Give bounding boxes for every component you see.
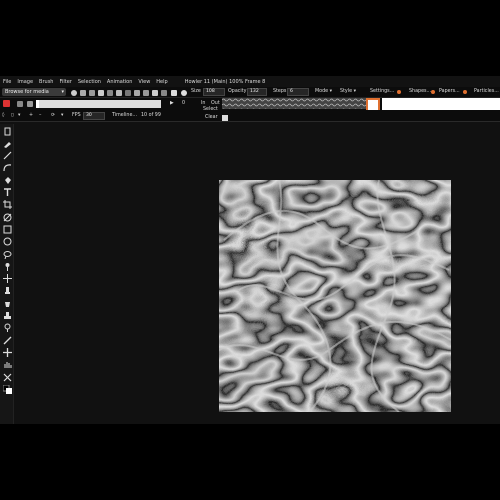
settings-gear-icon[interactable]: [181, 89, 187, 96]
menu-filter[interactable]: Filter: [56, 79, 74, 85]
pencil-icon[interactable]: [98, 89, 104, 96]
add-frame-icon[interactable]: +: [29, 112, 33, 120]
paper-texture-strip[interactable]: [222, 98, 366, 109]
chalk-icon[interactable]: [134, 89, 140, 96]
oil-icon[interactable]: [143, 89, 149, 96]
smudge-icon[interactable]: [2, 286, 12, 296]
shapes-button[interactable]: Shapes...: [409, 88, 431, 96]
brush-dot-icon[interactable]: [71, 89, 77, 96]
crop-icon[interactable]: [2, 200, 12, 210]
rectangle-icon[interactable]: [2, 224, 12, 234]
line-icon[interactable]: [2, 151, 12, 161]
texture-preview-icon: [222, 98, 366, 109]
pattern-icon[interactable]: [125, 89, 131, 96]
marker-icon[interactable]: [107, 89, 113, 96]
airbrush-icon[interactable]: [89, 89, 95, 96]
onion-skin-icon[interactable]: ◊: [2, 112, 4, 120]
fps-label: FPS: [72, 113, 81, 118]
watercolor-icon[interactable]: [152, 89, 158, 96]
frame-status: 10 of 99: [141, 113, 161, 118]
text-icon[interactable]: [2, 188, 12, 198]
opacity-label: Opacity: [228, 89, 247, 94]
bucket-icon[interactable]: [2, 298, 12, 308]
menu-animation[interactable]: Animation: [104, 79, 136, 85]
timeline-button[interactable]: Timeline...: [112, 112, 137, 120]
move-icon[interactable]: [2, 274, 12, 284]
chevron-down-icon: ▾: [353, 89, 357, 94]
menu-view[interactable]: View: [135, 79, 153, 85]
menu-help[interactable]: Help: [153, 79, 170, 85]
steps-label: Steps: [273, 89, 287, 94]
settings-button[interactable]: Settings...: [370, 88, 394, 96]
opacity-input[interactable]: 132: [247, 88, 267, 96]
frame-count: 0: [182, 101, 186, 106]
select-tool-icon[interactable]: [2, 126, 12, 136]
frame-progress-bar[interactable]: [36, 100, 161, 108]
stamp-icon[interactable]: [2, 311, 12, 321]
papers-dot-icon: [463, 90, 467, 94]
chevron-down-icon: ▾: [329, 89, 333, 94]
papers-button[interactable]: Papers...: [439, 88, 460, 96]
ellipse-icon[interactable]: [2, 237, 12, 247]
settings-dropdown-icon[interactable]: ▾: [61, 112, 63, 120]
remove-frame-icon[interactable]: –: [39, 112, 41, 120]
menu-image[interactable]: Image: [14, 79, 36, 85]
shapes-dot-icon: [431, 90, 435, 94]
drawing-canvas[interactable]: [219, 180, 451, 412]
curve-icon[interactable]: [2, 163, 12, 173]
fps-input[interactable]: 30: [83, 112, 105, 120]
style-dropdown[interactable]: Style ▾: [340, 88, 356, 96]
style-label: Style: [340, 89, 353, 94]
blend-icon[interactable]: [171, 89, 177, 96]
window-title: Howler 11 (Main) 100% Frame 8: [184, 78, 266, 85]
brush-icon[interactable]: [2, 335, 12, 345]
frame-progress-fill: [36, 100, 39, 108]
brush-tip-icon[interactable]: [80, 89, 86, 96]
select-button[interactable]: Select: [203, 106, 218, 114]
menu-brush[interactable]: Brush: [36, 79, 56, 85]
erase-icon[interactable]: [2, 212, 12, 222]
menu-bar: File Image Brush Filter Selection Animat…: [0, 76, 500, 87]
pin-icon[interactable]: [2, 261, 12, 271]
smear-icon[interactable]: [161, 89, 167, 96]
dropdown-icon[interactable]: ▾: [18, 112, 20, 120]
close-icon[interactable]: [3, 100, 10, 107]
browse-media-label: Browse for media: [5, 89, 49, 95]
animation-toolbar: ▶ 0 In Out: [0, 98, 500, 112]
particles-button[interactable]: Particles...: [474, 88, 499, 96]
hand-icon[interactable]: [2, 360, 12, 370]
eyedropper-icon[interactable]: [2, 138, 12, 148]
fill-icon[interactable]: [2, 175, 12, 185]
settings-dot-icon: [397, 90, 401, 94]
mode-dropdown[interactable]: Mode ▾: [315, 88, 332, 96]
size-input[interactable]: 108: [203, 88, 225, 96]
color-swatch-icon[interactable]: [2, 384, 12, 394]
menu-file[interactable]: File: [0, 79, 14, 85]
loop-icon[interactable]: ⟳: [51, 112, 55, 120]
pen-icon[interactable]: [2, 323, 12, 333]
browse-media-dropdown[interactable]: Browse for media ▾: [2, 88, 66, 96]
play-icon[interactable]: ▶: [170, 100, 174, 108]
steps-input[interactable]: 6: [287, 88, 309, 96]
record-icon[interactable]: [17, 101, 23, 107]
marker-icon[interactable]: ▯: [11, 112, 14, 120]
paper-small-swatch[interactable]: [222, 115, 228, 121]
clear-button[interactable]: Clear: [205, 114, 218, 122]
canvas-image: [219, 180, 451, 412]
texture-icon[interactable]: [116, 89, 122, 96]
stop-icon[interactable]: [27, 101, 33, 107]
size-label: Size: [191, 89, 201, 94]
mode-label: Mode: [315, 89, 329, 94]
playback-toolbar: ◊ ▯ ▾ + – ⟳ ▾ FPS 30 Timeline... 10 of 9…: [0, 107, 500, 122]
tools-palette: [0, 124, 14, 424]
cross-icon[interactable]: [2, 347, 12, 357]
app-window: File Image Brush Filter Selection Animat…: [0, 76, 500, 424]
chevron-down-icon: ▾: [61, 89, 64, 95]
brush-toolbar: Browse for media ▾ Size 108 Opacity 132 …: [0, 87, 500, 98]
scissors-icon[interactable]: [2, 372, 12, 382]
lasso-icon[interactable]: [2, 249, 12, 259]
menu-selection[interactable]: Selection: [75, 79, 104, 85]
